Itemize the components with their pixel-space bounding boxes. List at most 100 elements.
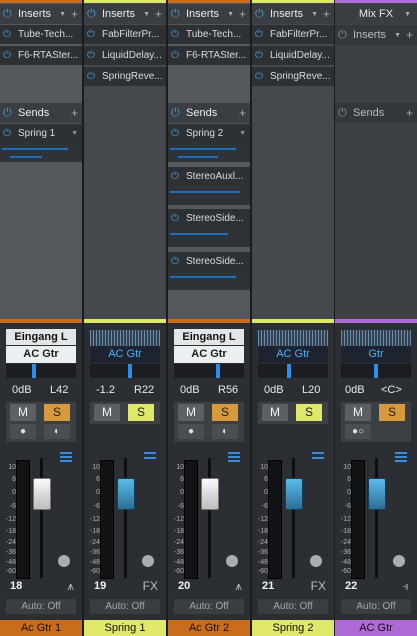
power-icon[interactable]: ⏻ <box>171 171 182 182</box>
chevron-down-icon[interactable]: ▼ <box>239 130 246 137</box>
send-level-area[interactable] <box>168 143 250 162</box>
volume-fader[interactable] <box>201 478 219 510</box>
mix-fx-header[interactable]: Mix FX ▼ <box>335 4 417 24</box>
link-button[interactable]: ●○ <box>345 424 371 439</box>
send-slot[interactable]: ⏻ Spring 1 ▼ <box>0 124 82 143</box>
add-insert-icon[interactable]: + <box>323 7 330 21</box>
power-icon[interactable]: ⏻ <box>171 213 182 224</box>
send-slot[interactable]: ⏻ StereoSide... <box>168 252 250 271</box>
volume-fader[interactable] <box>33 478 51 510</box>
send-level-slider[interactable] <box>2 148 68 150</box>
pan-knob-icon[interactable] <box>226 555 238 567</box>
power-icon[interactable]: ⏻ <box>171 50 182 61</box>
send-slot[interactable]: ⏻ StereoSide... <box>168 209 250 228</box>
waveform-icon[interactable]: ⩚ <box>235 579 242 594</box>
inserts-header[interactable]: ⏻ Inserts ▼ + <box>252 4 334 24</box>
chevron-down-icon[interactable]: ▼ <box>143 11 150 18</box>
power-icon[interactable]: ⏻ <box>87 50 98 61</box>
automation-selector[interactable]: Auto: Off <box>90 599 160 614</box>
mute-button[interactable]: M <box>178 404 204 421</box>
expand-icon[interactable] <box>312 452 324 462</box>
power-icon[interactable]: ⏻ <box>338 29 349 41</box>
automation-selector[interactable]: Auto: Off <box>258 599 328 614</box>
chevron-down-icon[interactable]: ▼ <box>394 32 401 39</box>
add-insert-icon[interactable]: + <box>406 28 413 42</box>
waveform-icon[interactable]: ⩚ <box>67 579 74 594</box>
mute-button[interactable]: M <box>345 404 371 421</box>
sends-header[interactable]: ⏻ Sends + <box>168 103 250 123</box>
mute-button[interactable]: M <box>94 404 120 421</box>
inserts-header[interactable]: ⏻ Inserts ▼ + <box>0 4 82 24</box>
pan-knob-icon[interactable] <box>142 555 154 567</box>
send-level-slider[interactable] <box>170 191 240 193</box>
channel-name[interactable]: Spring 1 <box>84 620 166 636</box>
insert-slot[interactable]: ⏻ FabFilterPr... <box>84 25 166 44</box>
input-selector[interactable]: Eingang L <box>6 329 76 345</box>
send-level-area[interactable] <box>168 271 250 290</box>
send-level-slider[interactable] <box>170 233 228 235</box>
sends-header[interactable]: ⏻ Sends + <box>335 103 417 123</box>
insert-slot[interactable]: ⏻ SpringReve... <box>84 67 166 86</box>
automation-selector[interactable]: Auto: Off <box>6 599 76 614</box>
expand-icon[interactable] <box>395 452 407 462</box>
chevron-down-icon[interactable]: ▼ <box>227 11 234 18</box>
power-icon[interactable]: ⏻ <box>255 29 266 40</box>
insert-slot[interactable]: ⏻ SpringReve... <box>252 67 334 86</box>
add-insert-icon[interactable]: + <box>71 7 78 21</box>
fx-icon[interactable]: FX <box>143 579 158 593</box>
mute-button[interactable]: M <box>10 404 36 421</box>
channel-name-box[interactable]: AC Gtr <box>174 346 244 363</box>
add-send-icon[interactable]: + <box>71 106 78 120</box>
add-insert-icon[interactable]: + <box>239 7 246 21</box>
send-level-area[interactable] <box>168 186 250 205</box>
send-level-area[interactable] <box>0 143 82 162</box>
insert-slot[interactable]: ⏻ F6-RTASter... <box>0 46 82 65</box>
chevron-down-icon[interactable]: ▼ <box>311 11 318 18</box>
chevron-down-icon[interactable]: ▼ <box>404 11 411 18</box>
insert-slot[interactable]: ⏻ F6-RTASter... <box>168 46 250 65</box>
mute-button[interactable]: M <box>262 404 288 421</box>
fx-icon[interactable]: FX <box>311 579 326 593</box>
pan-slider[interactable] <box>90 364 160 378</box>
power-icon[interactable]: ⏻ <box>171 256 182 267</box>
chevron-down-icon[interactable]: ▼ <box>59 11 66 18</box>
pan-slider[interactable] <box>6 364 76 378</box>
send-pan-slider[interactable] <box>178 156 218 158</box>
channel-name-box[interactable]: AC Gtr <box>6 346 76 363</box>
send-slot[interactable]: ⏻ Spring 2 ▼ <box>168 124 250 143</box>
add-send-icon[interactable]: + <box>239 106 246 120</box>
automation-selector[interactable]: Auto: Off <box>341 599 411 614</box>
inserts-header[interactable]: ⏻ Inserts ▼ + <box>168 4 250 24</box>
power-icon[interactable]: ⏻ <box>3 8 14 20</box>
pan-knob-icon[interactable] <box>58 555 70 567</box>
power-icon[interactable]: ⏻ <box>338 107 349 119</box>
automation-selector[interactable]: Auto: Off <box>174 599 244 614</box>
record-button[interactable]: ● <box>10 424 36 439</box>
solo-button[interactable]: S <box>296 404 322 421</box>
pan-slider[interactable] <box>258 364 328 378</box>
channel-name-box[interactable]: AC Gtr <box>258 346 328 363</box>
record-button[interactable]: ● <box>178 424 204 439</box>
solo-button[interactable]: S <box>379 404 405 421</box>
pan-knob-icon[interactable] <box>393 555 405 567</box>
sends-header[interactable]: ⏻ Sends + <box>0 103 82 123</box>
power-icon[interactable]: ⏻ <box>87 29 98 40</box>
power-icon[interactable]: ⏻ <box>3 50 14 61</box>
channel-name[interactable]: Spring 2 <box>252 620 334 636</box>
power-icon[interactable]: ⏻ <box>171 107 182 119</box>
send-level-slider[interactable] <box>170 276 236 278</box>
bus-routing-icon[interactable]: ⫣ <box>402 579 409 594</box>
expand-icon[interactable] <box>60 452 72 462</box>
pan-slider[interactable] <box>341 364 411 378</box>
channel-name[interactable]: AC Gtr <box>335 620 417 636</box>
power-icon[interactable]: ⏻ <box>171 128 182 139</box>
power-icon[interactable]: ⏻ <box>3 29 14 40</box>
inserts-header[interactable]: ⏻ Inserts ▼ + <box>335 25 417 45</box>
add-insert-icon[interactable]: + <box>155 7 162 21</box>
power-icon[interactable]: ⏻ <box>255 50 266 61</box>
expand-icon[interactable] <box>228 452 240 462</box>
power-icon[interactable]: ⏻ <box>255 71 266 82</box>
insert-slot[interactable]: ⏻ LiquidDelay... <box>84 46 166 65</box>
power-icon[interactable]: ⏻ <box>3 128 14 139</box>
send-level-area[interactable] <box>168 228 250 247</box>
